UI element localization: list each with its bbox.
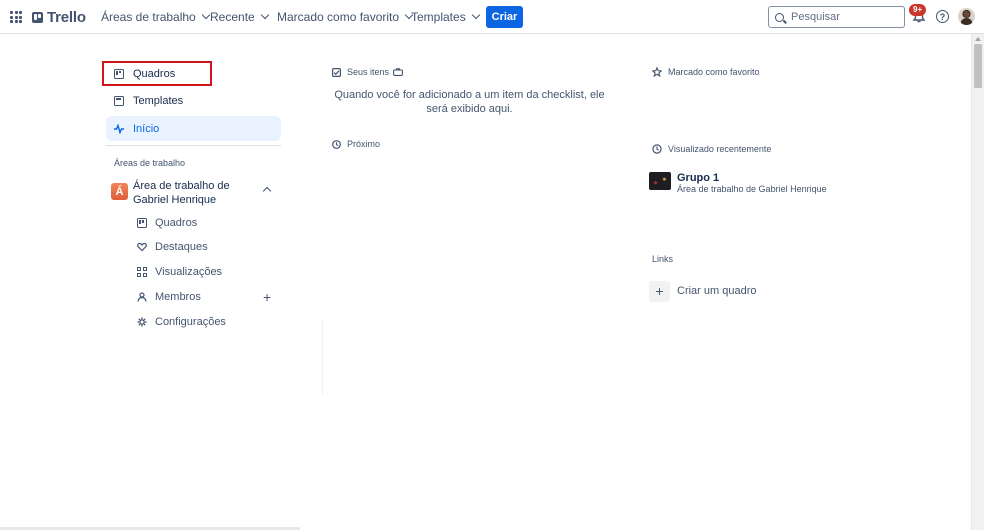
gear-icon <box>137 317 147 327</box>
links-heading: Links <box>652 254 674 264</box>
logo-text: Trello <box>47 9 86 26</box>
workspace-item-label: Quadros <box>155 217 198 229</box>
scroll-up-arrow-icon[interactable] <box>975 37 981 41</box>
create-board-label: Criar um quadro <box>677 285 757 297</box>
create-board-link[interactable]: + Criar um quadro <box>649 280 756 302</box>
workspace-header[interactable]: Á Área de trabalho de Gabriel Henrique <box>106 178 281 208</box>
recently-viewed-heading: Visualizado recentemente <box>652 144 771 154</box>
workspace-item-label: Membros <box>155 291 201 303</box>
chevron-down-icon <box>260 10 269 20</box>
sidebar-divider <box>106 145 281 146</box>
recent-board-item[interactable]: Grupo 1 Área de trabalho de Gabriel Henr… <box>649 170 849 194</box>
workspace-item-label: Configurações <box>155 316 226 328</box>
trello-logo[interactable]: Trello <box>32 9 86 26</box>
sidebar-item-templates[interactable]: Templates <box>106 88 281 113</box>
trello-logo-icon <box>32 12 43 23</box>
workspace-avatar: Á <box>111 183 128 200</box>
board-thumbnail <box>649 172 671 190</box>
views-grid-icon <box>137 267 147 277</box>
clock-icon <box>332 139 341 149</box>
heart-icon <box>137 242 147 252</box>
checkbox-icon <box>332 67 341 77</box>
app-switcher-icon[interactable] <box>10 11 22 23</box>
workspace-item-label: Visualizações <box>155 266 223 278</box>
chevron-down-icon <box>201 10 210 20</box>
recent-board-workspace: Área de trabalho de Gabriel Henrique <box>677 184 827 194</box>
my-items-heading: Seus itens <box>332 67 403 77</box>
board-icon <box>137 218 147 228</box>
recently-viewed-label: Visualizado recentemente <box>668 144 772 154</box>
nav-starred-label: Marcado como favorito <box>277 10 400 24</box>
help-icon[interactable]: ? <box>936 10 949 23</box>
user-avatar[interactable] <box>958 8 975 25</box>
my-items-label: Seus itens <box>347 67 390 77</box>
members-icon <box>137 292 147 302</box>
starred-heading: Marcado como favorito <box>652 67 760 77</box>
workspace-item-settings[interactable]: Configurações <box>130 311 281 333</box>
nav-templates-menu[interactable]: Templates <box>411 10 480 24</box>
workspace-item-highlights[interactable]: Destaques <box>130 236 281 258</box>
workspace-item-views[interactable]: Visualizações <box>130 261 281 283</box>
sidebar-item-home[interactable]: Início <box>106 116 281 141</box>
my-items-empty-message: Quando você for adicionado a um item da … <box>334 89 605 115</box>
briefcase-icon <box>393 68 403 76</box>
create-button[interactable]: Criar <box>486 6 523 28</box>
nav-workspaces-label: Áreas de trabalho <box>101 10 196 24</box>
vertical-scrollbar[interactable] <box>971 34 984 530</box>
nav-recent-menu[interactable]: Recente <box>210 10 269 24</box>
annotation-highlight-box <box>102 61 212 86</box>
search-icon <box>775 12 784 22</box>
workspace-item-boards[interactable]: Quadros <box>130 212 281 234</box>
nav-recent-label: Recente <box>210 10 255 24</box>
column-divider <box>322 320 323 395</box>
template-icon <box>114 95 124 106</box>
chevron-up-icon[interactable] <box>262 186 272 196</box>
clock-icon <box>652 144 662 154</box>
starred-label: Marcado como favorito <box>668 67 760 77</box>
add-member-button[interactable]: + <box>263 290 271 304</box>
workspace-name: Área de trabalho de Gabriel Henrique <box>133 180 230 206</box>
search-input[interactable] <box>791 11 896 23</box>
workspace-item-members[interactable]: Membros <box>130 286 281 308</box>
chevron-down-icon <box>471 10 480 20</box>
plus-icon: + <box>649 280 670 302</box>
nav-starred-menu[interactable]: Marcado como favorito <box>277 10 414 24</box>
nav-templates-label: Templates <box>411 10 466 24</box>
upcoming-heading: Próximo <box>332 139 380 149</box>
sidebar-item-label: Templates <box>133 94 184 107</box>
recent-board-title: Grupo 1 <box>677 172 720 184</box>
top-navigation-bar: Trello Áreas de trabalho Recente Marcado… <box>0 0 984 34</box>
upcoming-label: Próximo <box>347 139 381 149</box>
notification-count-badge: 9+ <box>909 4 927 16</box>
nav-workspaces-menu[interactable]: Áreas de trabalho <box>101 10 210 24</box>
search-box[interactable] <box>768 6 905 28</box>
activity-icon <box>114 123 124 134</box>
workspace-item-label: Destaques <box>155 241 208 253</box>
scrollbar-thumb[interactable] <box>974 44 982 88</box>
workspaces-section-label: Áreas de trabalho <box>114 158 186 168</box>
star-icon <box>652 67 662 77</box>
sidebar-item-label: Início <box>133 122 160 135</box>
